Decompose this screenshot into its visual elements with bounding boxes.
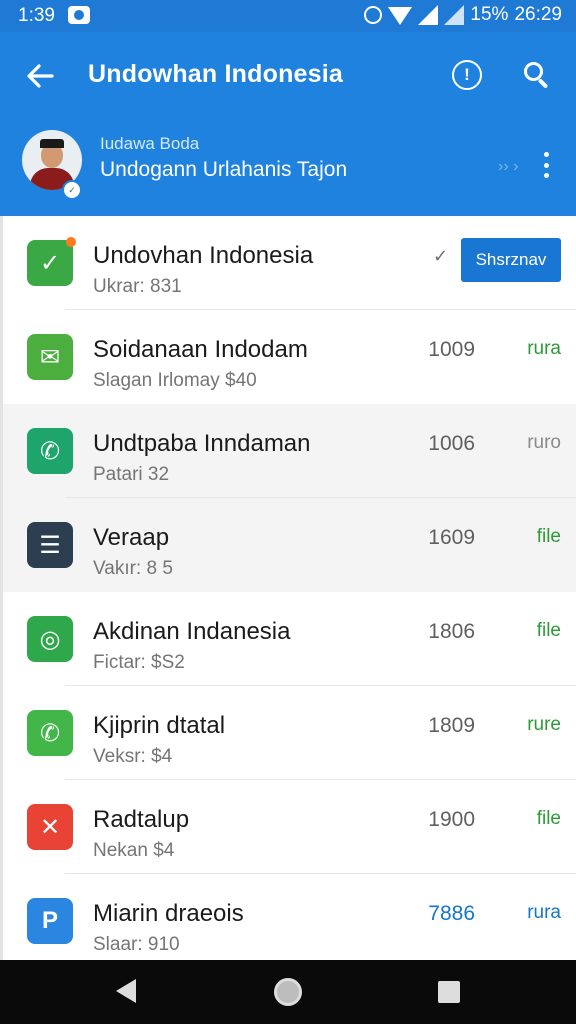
list-item-meta: Veksr: $4	[93, 746, 173, 767]
action-button[interactable]: Shsrznav	[461, 238, 561, 282]
status-icons: 15% 26:29	[364, 4, 562, 26]
list-item[interactable]: ◎ Akdinan Indanesia Fictar: $S2 1806 fil…	[3, 592, 576, 686]
list-item-meta: Slaar: 910	[93, 934, 180, 955]
search-button[interactable]	[520, 58, 554, 92]
info-button[interactable]: !	[452, 60, 482, 90]
list-item-unit: file	[536, 620, 561, 641]
list-item-title: Akdinan Indanesia	[93, 618, 291, 645]
notification-dot	[66, 237, 76, 247]
status-bar: 1:39 15% 26:29	[0, 0, 576, 32]
list-item-unit: file	[536, 526, 561, 547]
list-item[interactable]: P Miarin draeois Slaar: 910 7886 rura	[3, 874, 576, 960]
signal-icon	[418, 5, 439, 25]
more-vertical-icon[interactable]	[538, 152, 554, 178]
list-item-meta: Nekan $4	[93, 840, 175, 861]
wifi-icon	[388, 7, 413, 25]
email-check-icon: ✓	[27, 237, 76, 286]
list-item-title: Veraap	[93, 524, 170, 551]
list-item[interactable]: ✓ Undovhan Indonesia Ukrar: 831 ✓ Shsrzn…	[3, 216, 576, 310]
chat-bubble-icon: ✉	[27, 334, 73, 380]
camera-icon: ◎	[27, 616, 73, 662]
chevron-right-icon: ›› ›	[498, 158, 519, 175]
page-title: Undowhan Indonesia	[88, 60, 343, 88]
status-clock: 26:29	[514, 4, 562, 25]
list-item-unit: rure	[527, 714, 561, 735]
document-list-icon: ☰	[27, 522, 73, 568]
list-item-meta: Ukrar: 831	[93, 276, 182, 297]
system-nav-bar	[0, 960, 576, 1024]
list-item-unit: rura	[527, 338, 561, 359]
nav-home-icon[interactable]	[274, 978, 302, 1006]
p-app-icon: P	[27, 898, 73, 944]
list-item-unit: rura	[527, 902, 561, 923]
list-item-meta: Vakır: 8 5	[93, 558, 173, 579]
list-item-title: Soidanaan Indodam	[93, 336, 308, 363]
list-item-value: 1609	[428, 526, 475, 549]
info-icon: !	[464, 65, 470, 84]
signal-icon	[444, 5, 465, 25]
message-icon: ✆	[27, 428, 73, 474]
alarm-icon	[364, 6, 383, 24]
list-item[interactable]: ✕ Radtalup Nekan $4 1900 file	[3, 780, 576, 874]
list-item-title: Radtalup	[93, 806, 190, 833]
list-item[interactable]: ☰ Veraap Vakır: 8 5 1609 file	[3, 498, 576, 592]
download-icon	[68, 6, 90, 24]
arrow-left-icon	[27, 64, 54, 88]
list-item-meta: Fictar: $S2	[93, 652, 185, 673]
back-button[interactable]	[20, 56, 60, 96]
list-item-meta: Slagan Irlomay $40	[93, 370, 257, 391]
close-circle-icon: ✕	[27, 804, 73, 850]
status-time: 1:39	[18, 5, 55, 26]
verified-badge-icon: ✓	[62, 180, 82, 200]
app-bar: Undowhan Indonesia ! ✓ Iudawa Boda Undog…	[0, 32, 576, 216]
list-item[interactable]: ✆ Kjiprin dtatal Veksr: $4 1809 rure	[3, 686, 576, 780]
list-item-title: Undovhan Indonesia	[93, 242, 314, 269]
list-item-value: 1809	[428, 714, 475, 737]
profile-name: Iudawa Boda	[100, 134, 200, 153]
list-item[interactable]: ✆ Undtpaba Inndaman Patari 32 1006 ruro	[3, 404, 576, 498]
list-item-value: 1900	[428, 808, 475, 831]
list-item-value: 1009	[428, 338, 475, 361]
list-item-unit: file	[536, 808, 561, 829]
list-item-meta: Patari 32	[93, 464, 170, 485]
list-item-title: Undtpaba Inndaman	[93, 430, 311, 457]
nav-recent-icon[interactable]	[438, 981, 460, 1003]
check-icon: ✓	[433, 246, 449, 266]
list-item-unit: ruro	[527, 432, 561, 453]
list-item-value: 1006	[428, 432, 475, 455]
list-item[interactable]: ✉ Soidanaan Indodam Slagan Irlomay $40 1…	[3, 310, 576, 404]
profile-subtitle: Undogann Urlahanis Tajon	[100, 158, 348, 181]
list-item-title: Kjiprin dtatal	[93, 712, 226, 739]
nav-back-icon[interactable]	[116, 979, 136, 1003]
list-item-value: 1806	[428, 620, 475, 643]
list-item-value: 7886	[428, 902, 475, 925]
app-list: ✓ Undovhan Indonesia Ukrar: 831 ✓ Shsrzn…	[0, 216, 576, 960]
whatsapp-icon: ✆	[27, 710, 73, 756]
list-item-title: Miarin draeois	[93, 900, 244, 927]
battery-percent: 15%	[470, 4, 509, 25]
